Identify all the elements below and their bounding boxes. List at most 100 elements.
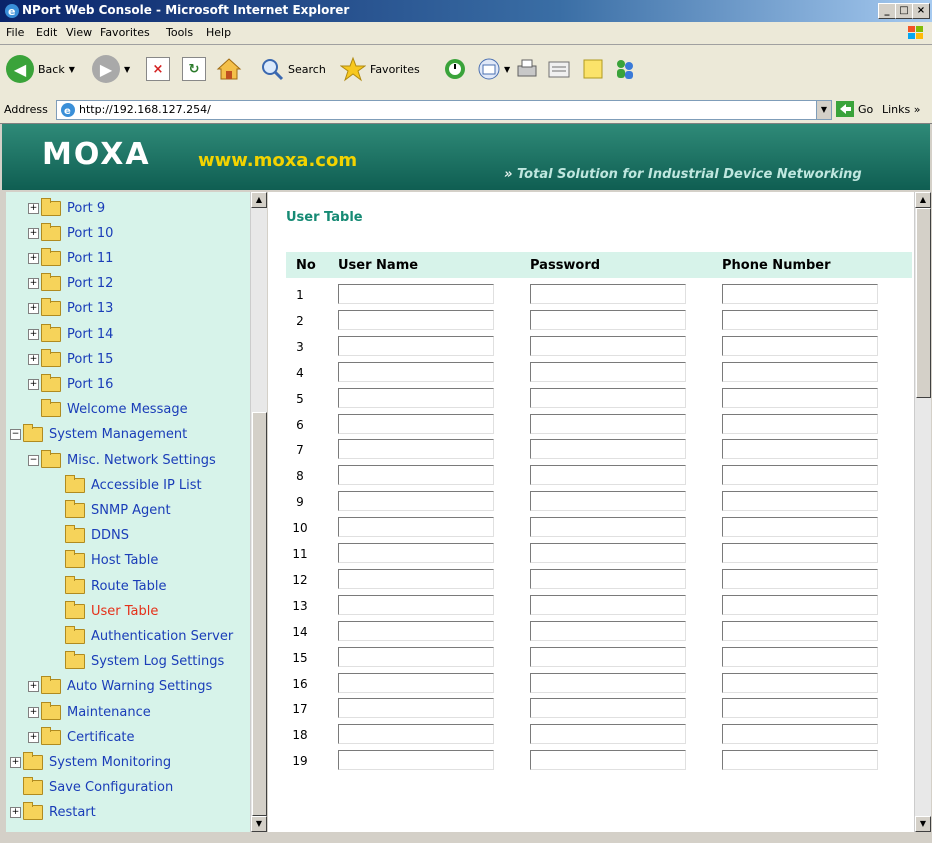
phone-number-input[interactable] <box>722 594 878 615</box>
phone-number-input[interactable] <box>722 750 878 771</box>
scroll-down-icon[interactable]: ▼ <box>915 816 931 832</box>
tree-item[interactable]: Authentication Server <box>52 625 233 647</box>
phone-number-input[interactable] <box>722 335 878 356</box>
scroll-up-icon[interactable]: ▲ <box>251 192 267 208</box>
tree-item[interactable]: + Maintenance <box>28 701 151 723</box>
search-button[interactable]: Search <box>260 53 326 85</box>
menu-file[interactable]: File <box>6 26 24 39</box>
tree-item[interactable]: Save Configuration <box>10 777 173 799</box>
phone-number-input[interactable] <box>722 620 878 641</box>
tree-item[interactable]: Route Table <box>52 575 167 597</box>
messenger-button[interactable] <box>612 53 638 85</box>
user-name-input[interactable] <box>338 750 494 771</box>
password-input[interactable] <box>530 698 686 719</box>
minimize-button[interactable]: _ <box>878 3 896 19</box>
user-name-input[interactable] <box>338 620 494 641</box>
password-input[interactable] <box>530 724 686 745</box>
expand-toggle-icon[interactable]: + <box>28 328 39 340</box>
tree-scrollbar[interactable]: ▲ ▼ <box>250 192 267 832</box>
phone-number-input[interactable] <box>722 361 878 382</box>
phone-number-input[interactable] <box>722 698 878 719</box>
user-name-input[interactable] <box>338 439 494 460</box>
main-scrollbar[interactable]: ▲ ▼ <box>914 192 931 832</box>
favorites-button[interactable]: Favorites <box>340 53 420 85</box>
tree-item[interactable]: DDNS <box>52 525 129 547</box>
password-input[interactable] <box>530 646 686 667</box>
expand-toggle-icon[interactable]: + <box>28 706 39 718</box>
expand-toggle-icon[interactable]: + <box>28 278 39 290</box>
menu-favorites[interactable]: Favorites <box>100 26 150 39</box>
password-input[interactable] <box>530 465 686 486</box>
tree-item[interactable]: + Port 13 <box>28 298 113 320</box>
tree-item[interactable]: + Port 14 <box>28 323 113 345</box>
tree-item[interactable]: + Port 16 <box>28 373 113 395</box>
user-name-input[interactable] <box>338 361 494 382</box>
tree-item[interactable]: + Port 10 <box>28 222 113 244</box>
phone-number-input[interactable] <box>722 491 878 512</box>
tree-scroll-thumb[interactable] <box>252 412 267 816</box>
tree-item[interactable]: + Restart <box>10 802 96 824</box>
edit-button[interactable] <box>546 53 572 85</box>
scroll-up-icon[interactable]: ▲ <box>915 192 931 208</box>
tree-item[interactable]: SNMP Agent <box>52 499 171 521</box>
expand-toggle-icon[interactable]: + <box>28 303 39 315</box>
tree-item[interactable]: + Certificate <box>28 726 135 748</box>
forward-button[interactable]: ▶ ▼ <box>92 53 130 85</box>
links-button[interactable]: Links » <box>882 103 921 116</box>
password-input[interactable] <box>530 284 686 304</box>
scroll-down-icon[interactable]: ▼ <box>251 816 267 832</box>
phone-number-input[interactable] <box>722 439 878 460</box>
user-name-input[interactable] <box>338 698 494 719</box>
password-input[interactable] <box>530 413 686 434</box>
user-name-input[interactable] <box>338 672 494 693</box>
expand-toggle-icon[interactable]: + <box>10 807 21 819</box>
user-name-input[interactable] <box>338 517 494 538</box>
maximize-button[interactable]: □ <box>895 3 913 19</box>
expand-toggle-icon[interactable]: − <box>28 454 39 466</box>
user-name-input[interactable] <box>338 724 494 745</box>
password-input[interactable] <box>530 750 686 771</box>
user-name-input[interactable] <box>338 335 494 356</box>
home-button[interactable] <box>216 53 242 85</box>
phone-number-input[interactable] <box>722 672 878 693</box>
tree-item[interactable]: + Port 9 <box>28 197 105 219</box>
main-scroll-thumb[interactable] <box>916 208 931 398</box>
tree-item[interactable]: Welcome Message <box>28 399 188 421</box>
go-button[interactable]: Go <box>836 100 873 118</box>
menu-view[interactable]: View <box>66 26 92 39</box>
phone-number-input[interactable] <box>722 387 878 408</box>
phone-number-input[interactable] <box>722 465 878 486</box>
mail-button[interactable]: ▼ <box>476 53 510 85</box>
tree-item[interactable]: − Misc. Network Settings <box>28 449 216 471</box>
history-button[interactable] <box>442 53 468 85</box>
password-input[interactable] <box>530 672 686 693</box>
expand-toggle-icon[interactable]: + <box>28 227 39 239</box>
tree-item[interactable]: Host Table <box>52 550 158 572</box>
menu-tools[interactable]: Tools <box>166 26 193 39</box>
phone-number-input[interactable] <box>722 543 878 563</box>
phone-number-input[interactable] <box>722 724 878 745</box>
discuss-button[interactable] <box>580 53 606 85</box>
user-name-input[interactable] <box>338 387 494 408</box>
user-name-input[interactable] <box>338 491 494 512</box>
password-input[interactable] <box>530 620 686 641</box>
user-name-input[interactable] <box>338 284 494 304</box>
user-name-input[interactable] <box>338 413 494 434</box>
password-input[interactable] <box>530 309 686 330</box>
phone-number-input[interactable] <box>722 568 878 589</box>
expand-toggle-icon[interactable]: + <box>28 378 39 390</box>
expand-toggle-icon[interactable]: + <box>10 756 21 768</box>
password-input[interactable] <box>530 568 686 589</box>
phone-number-input[interactable] <box>722 413 878 434</box>
tree-item[interactable]: + Port 12 <box>28 273 113 295</box>
user-name-input[interactable] <box>338 465 494 486</box>
password-input[interactable] <box>530 517 686 538</box>
tree-item[interactable]: − System Management <box>10 424 187 446</box>
phone-number-input[interactable] <box>722 309 878 330</box>
refresh-button[interactable]: ↻ <box>182 53 206 85</box>
tree-item[interactable]: System Log Settings <box>52 651 224 673</box>
stop-button[interactable]: × <box>146 53 170 85</box>
tree-item[interactable]: + System Monitoring <box>10 751 171 773</box>
print-button[interactable] <box>514 53 540 85</box>
tree-item[interactable]: Accessible IP List <box>52 474 202 496</box>
